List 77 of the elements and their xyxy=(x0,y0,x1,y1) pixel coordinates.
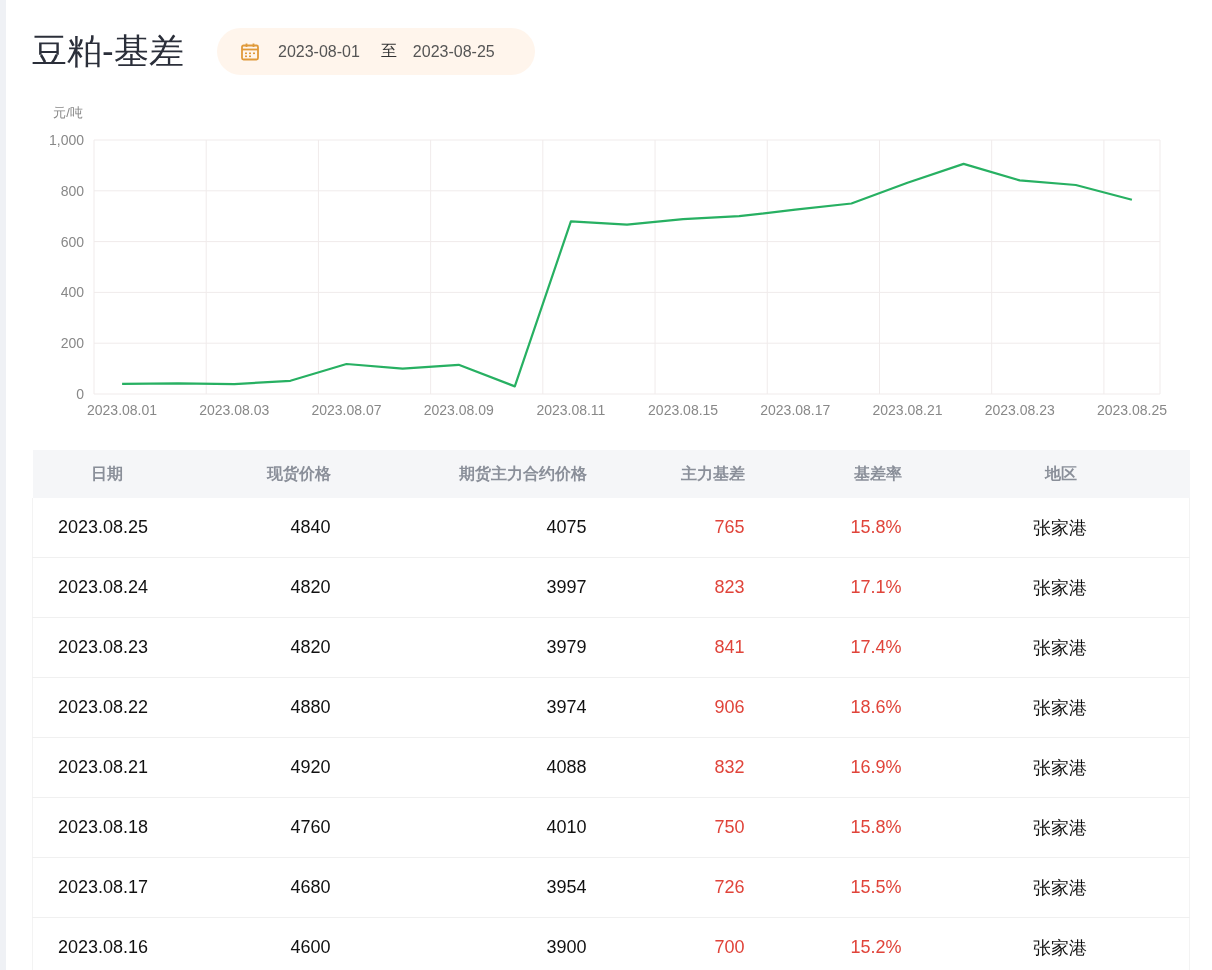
x-axis-label: 2023.08.03 xyxy=(199,402,270,418)
table-cell: 750 xyxy=(586,797,745,858)
y-axis-label: 800 xyxy=(60,182,84,199)
table-cell: 2023.08.23 xyxy=(32,617,201,678)
x-axis-label: 2023.08.21 xyxy=(872,402,943,418)
table-cell: 4760 xyxy=(200,797,331,858)
table-cell: 823 xyxy=(586,557,745,618)
table-cell: 15.8% xyxy=(744,498,902,558)
column-header: 主力基差 xyxy=(586,450,745,498)
table-cell: 2023.08.21 xyxy=(32,737,201,798)
table-cell: 3997 xyxy=(330,557,587,618)
table-cell: 2023.08.24 xyxy=(32,557,201,618)
table-cell: 张家港 xyxy=(901,498,1190,558)
table-cell: 张家港 xyxy=(901,617,1190,678)
table-cell: 4880 xyxy=(200,677,331,738)
page-title: 豆粕-基差 xyxy=(32,30,185,72)
table-cell: 2023.08.16 xyxy=(32,917,201,970)
table-cell: 4920 xyxy=(200,737,331,798)
y-axis-label: 200 xyxy=(60,335,84,352)
column-header: 日期 xyxy=(32,450,201,498)
table-cell: 17.1% xyxy=(744,557,902,618)
table-cell: 4010 xyxy=(330,797,587,858)
table-cell: 2023.08.18 xyxy=(32,797,201,858)
table-cell: 张家港 xyxy=(901,557,1190,618)
table-cell: 4600 xyxy=(200,917,331,970)
table-cell: 4075 xyxy=(330,498,587,558)
table-cell: 张家港 xyxy=(901,917,1190,970)
calendar-icon xyxy=(240,41,260,62)
y-axis-unit: 元/吨 xyxy=(53,105,83,120)
table-cell: 700 xyxy=(586,917,745,970)
table-cell: 16.9% xyxy=(744,737,902,798)
table-cell: 765 xyxy=(586,498,745,558)
x-axis-label: 2023.08.25 xyxy=(1096,402,1167,418)
column-header: 现货价格 xyxy=(200,450,331,498)
table-cell: 841 xyxy=(586,617,745,678)
date-range-picker[interactable]: 2023-08-01 至 2023-08-25 xyxy=(217,28,535,75)
table-cell: 15.2% xyxy=(744,917,902,970)
table-cell: 3954 xyxy=(330,857,587,918)
x-axis-label: 2023.08.07 xyxy=(311,402,382,418)
x-axis-label: 2023.08.11 xyxy=(536,402,606,418)
table-cell: 906 xyxy=(586,677,745,738)
table-cell: 4840 xyxy=(200,498,331,558)
table-cell: 2023.08.25 xyxy=(32,498,201,558)
table-cell: 3900 xyxy=(330,917,587,970)
x-axis-label: 2023.08.01 xyxy=(87,402,158,418)
x-axis-label: 2023.08.17 xyxy=(760,402,831,418)
x-axis-label: 2023.08.23 xyxy=(984,402,1055,418)
table-cell: 张家港 xyxy=(901,797,1190,858)
table-cell: 15.8% xyxy=(744,797,902,858)
table-cell: 4088 xyxy=(330,737,587,798)
table-cell: 4820 xyxy=(200,617,331,678)
table-cell: 18.6% xyxy=(744,677,902,738)
table-cell: 4820 xyxy=(200,557,331,618)
table-cell: 15.5% xyxy=(744,857,902,918)
table-cell: 832 xyxy=(586,737,745,798)
x-axis-label: 2023.08.09 xyxy=(423,402,494,418)
x-axis-label: 2023.08.15 xyxy=(648,402,719,418)
table-cell: 4680 xyxy=(200,857,331,918)
table-cell: 17.4% xyxy=(744,617,902,678)
y-axis-label: 1,000 xyxy=(48,132,84,148)
table-cell: 张家港 xyxy=(901,857,1190,918)
table-cell: 张家港 xyxy=(901,737,1190,798)
y-axis-label: 0 xyxy=(76,386,84,402)
y-axis-label: 600 xyxy=(60,233,84,250)
column-header: 基差率 xyxy=(744,450,902,498)
table-cell: 3979 xyxy=(330,617,587,678)
table-cell: 3974 xyxy=(330,677,587,738)
y-axis-label: 400 xyxy=(60,284,84,301)
table-cell: 2023.08.22 xyxy=(32,677,201,738)
start-date: 2023-08-01 xyxy=(278,42,360,61)
table-cell: 726 xyxy=(586,857,745,918)
end-date: 2023-08-25 xyxy=(412,42,495,61)
column-header: 地区 xyxy=(901,450,1190,498)
table-cell: 2023.08.17 xyxy=(32,857,201,918)
table-cell: 张家港 xyxy=(901,677,1190,738)
range-separator: 至 xyxy=(380,41,397,61)
column-header: 期货主力合约价格 xyxy=(330,450,587,498)
